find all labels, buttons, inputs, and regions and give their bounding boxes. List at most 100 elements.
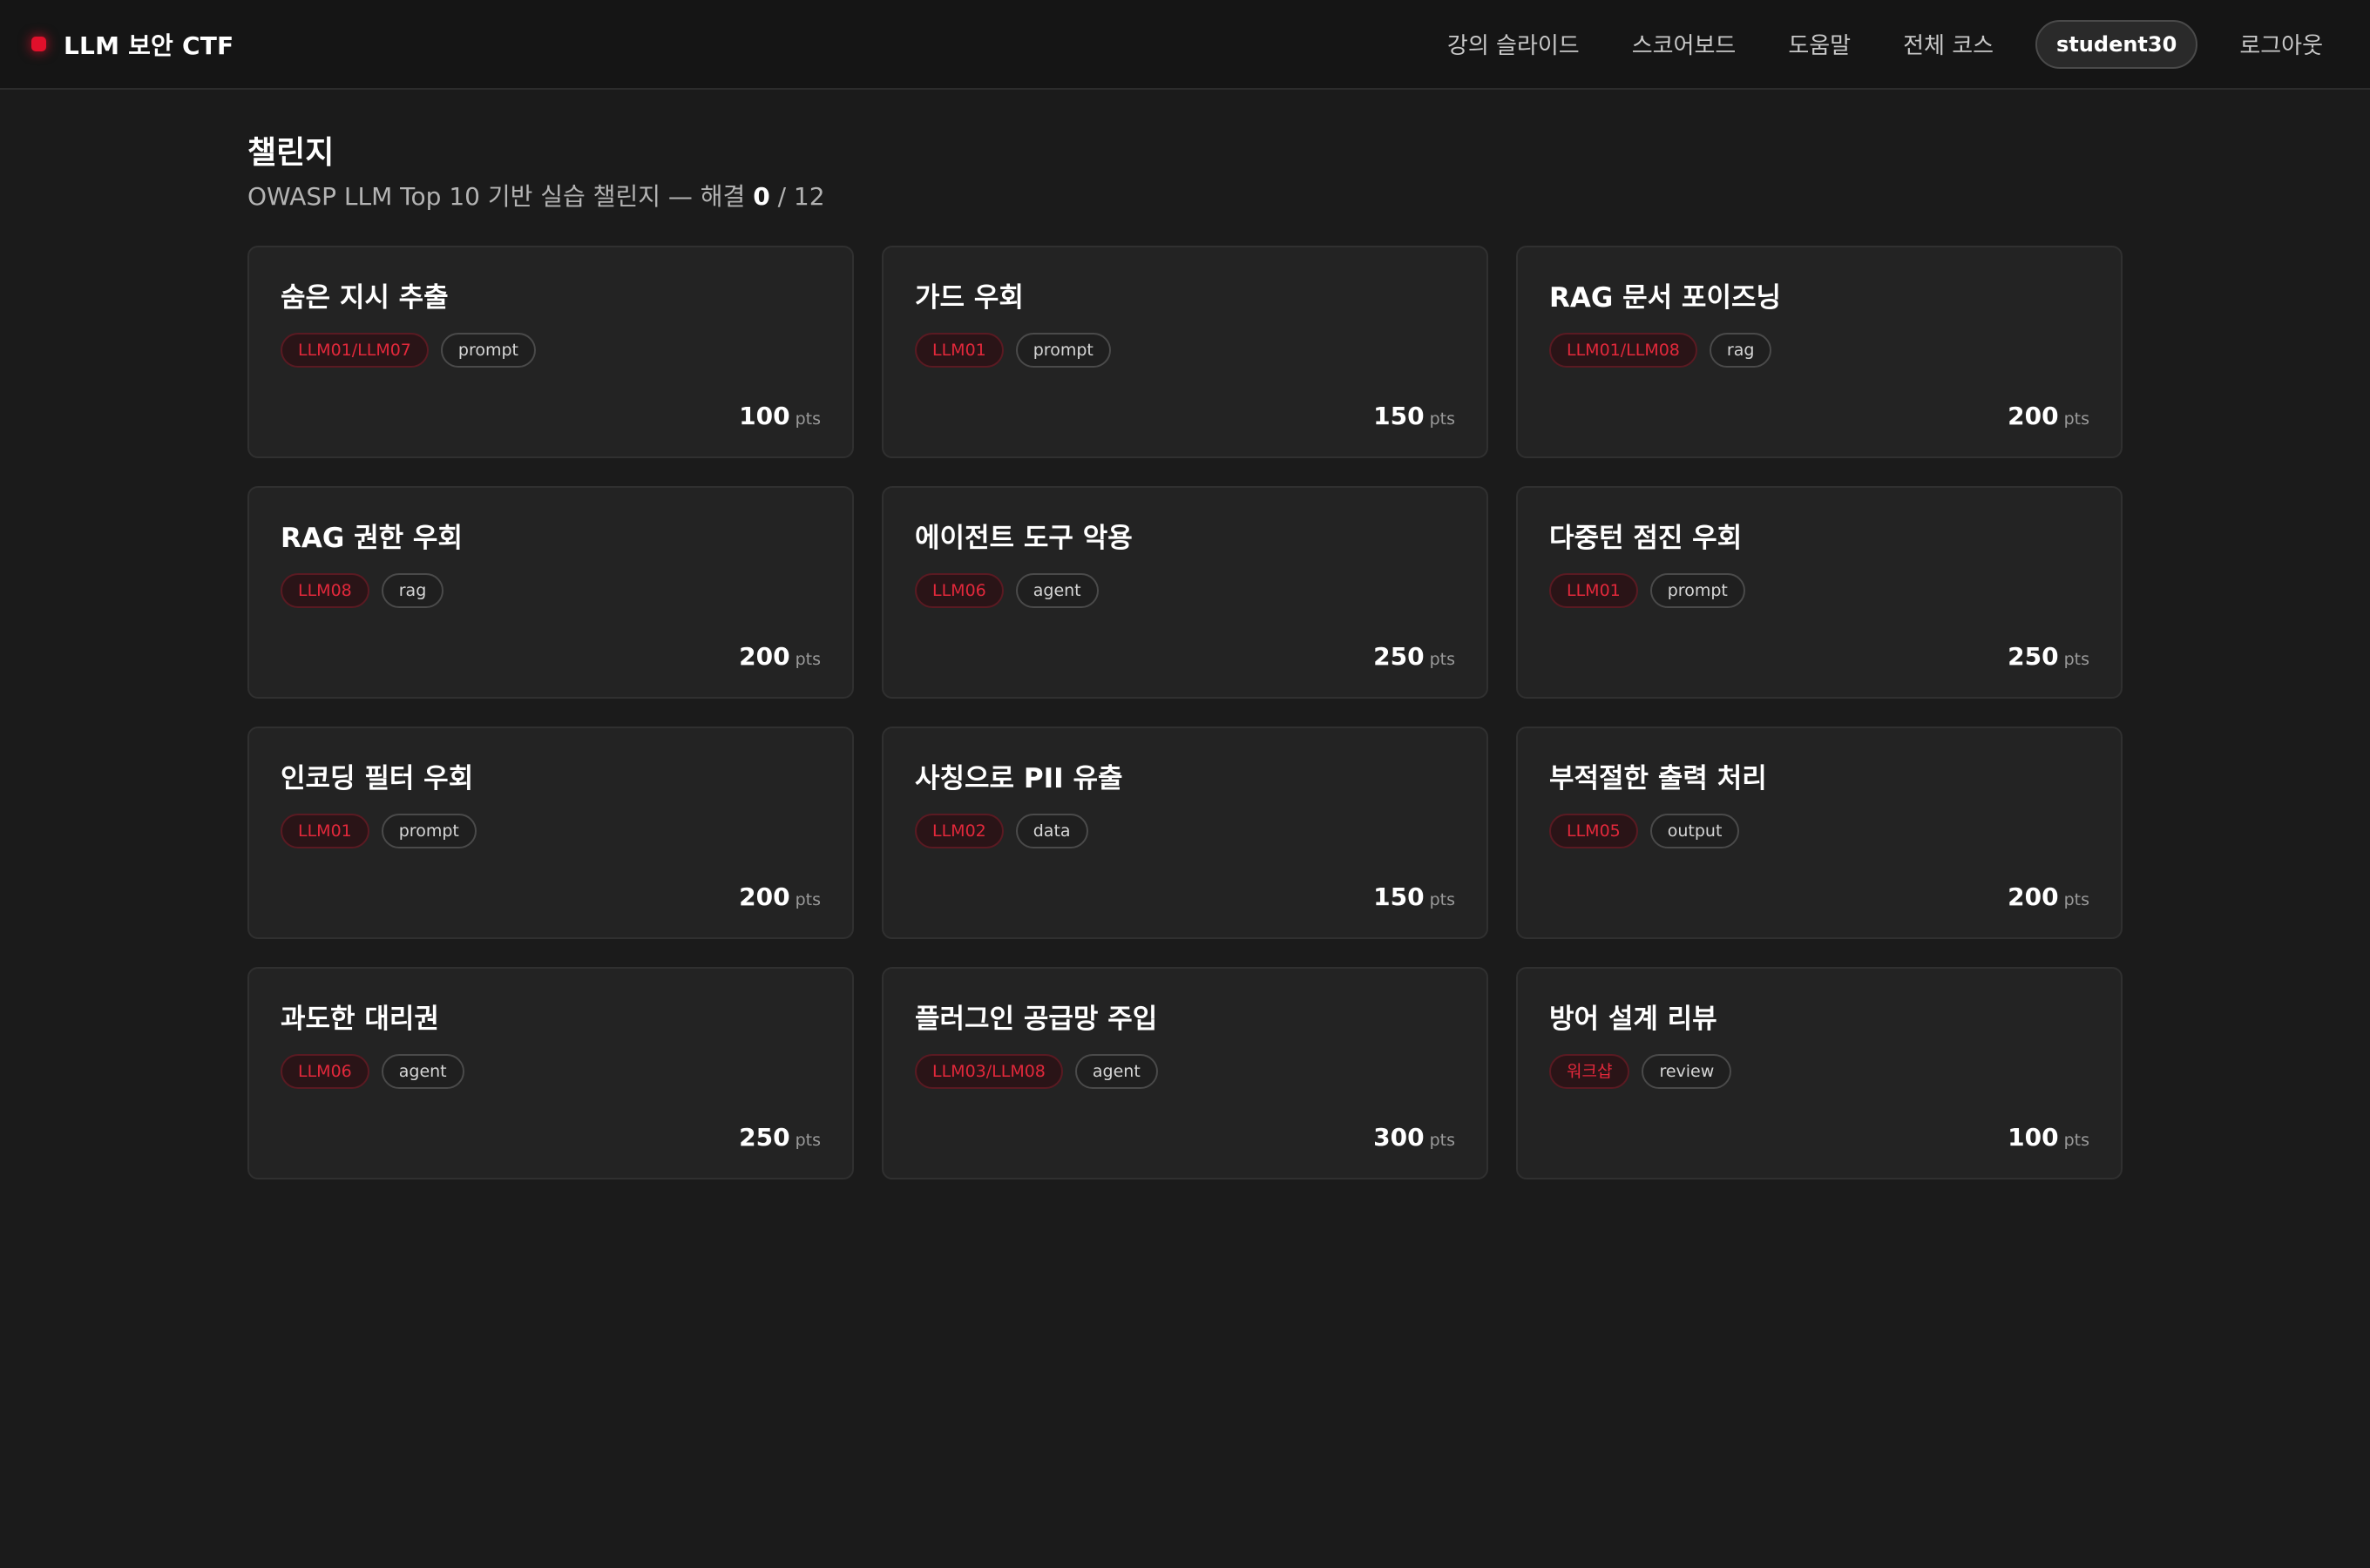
challenge-title: 숨은 지시 추출 — [281, 282, 449, 314]
owasp-tag: 워크샵 — [1549, 1054, 1630, 1089]
challenge-tags: LLM03/LLM08 agent — [915, 1054, 1455, 1089]
challenge-card[interactable]: 사칭으로 PII 유출 LLM02 data 150 pts — [882, 727, 1488, 939]
points-value: 200 — [739, 642, 790, 671]
challenge-title: RAG 문서 포이즈닝 — [1549, 282, 1782, 314]
challenge-card[interactable]: 인코딩 필터 우회 LLM01 prompt 200 pts — [247, 727, 854, 939]
owasp-tag: LLM06 — [915, 573, 1004, 608]
points-value: 250 — [739, 1123, 790, 1152]
category-tag: data — [1015, 814, 1088, 848]
brand-logo-icon — [31, 37, 46, 51]
top-navbar: LLM 보안 CTF 강의 슬라이드 스코어보드 도움말 전체 코스 stude… — [0, 0, 2370, 90]
points-value: 200 — [2008, 882, 2059, 911]
owasp-tag: LLM06 — [281, 1054, 369, 1089]
owasp-tag: LLM05 — [1549, 814, 1638, 848]
category-tag: rag — [1709, 333, 1772, 368]
category-tag: prompt — [1015, 333, 1111, 368]
category-tag: output — [1649, 814, 1740, 848]
challenge-points: 250 pts — [2008, 642, 2089, 671]
challenge-points: 200 pts — [739, 882, 821, 911]
nav-help-link[interactable]: 도움말 — [1767, 16, 1872, 72]
points-unit: pts — [2063, 1131, 2089, 1150]
points-value: 200 — [2008, 402, 2059, 430]
points-unit: pts — [795, 890, 821, 909]
challenge-title: 과도한 대리권 — [281, 1004, 439, 1035]
challenge-tags: LLM01 prompt — [1549, 573, 2089, 608]
main-nav: 강의 슬라이드 스코어보드 도움말 전체 코스 student30 로그아웃 — [1426, 16, 2344, 72]
challenge-card[interactable]: 숨은 지시 추출 LLM01/LLM07 prompt 100 pts — [247, 246, 854, 458]
challenge-card[interactable]: 다중턴 점진 우회 LLM01 prompt 250 pts — [1516, 486, 2123, 699]
category-tag: agent — [1015, 573, 1099, 608]
challenge-tags: LLM06 agent — [915, 573, 1455, 608]
challenge-title: 가드 우회 — [915, 282, 1024, 314]
points-value: 250 — [2008, 642, 2059, 671]
challenge-card[interactable]: 에이전트 도구 악용 LLM06 agent 250 pts — [882, 486, 1488, 699]
points-value: 150 — [1373, 882, 1425, 911]
challenge-card[interactable]: 가드 우회 LLM01 prompt 150 pts — [882, 246, 1488, 458]
challenge-tags: LLM01 prompt — [915, 333, 1455, 368]
points-unit: pts — [795, 650, 821, 669]
logout-link[interactable]: 로그아웃 — [2218, 16, 2344, 72]
points-unit: pts — [795, 1131, 821, 1150]
solved-count: 0 — [753, 182, 770, 211]
challenge-title: 플러그인 공급망 주입 — [915, 1004, 1158, 1035]
challenge-tags: LLM01/LLM07 prompt — [281, 333, 821, 368]
points-value: 250 — [1373, 642, 1425, 671]
brand-name: LLM 보안 CTF — [64, 30, 234, 60]
challenge-title: RAG 권한 우회 — [281, 523, 463, 554]
owasp-tag: LLM01/LLM08 — [1549, 333, 1697, 368]
points-value: 300 — [1373, 1123, 1425, 1152]
challenge-tags: LLM02 data — [915, 814, 1455, 848]
category-tag: prompt — [440, 333, 536, 368]
points-value: 150 — [1373, 402, 1425, 430]
owasp-tag: LLM02 — [915, 814, 1004, 848]
challenge-card[interactable]: 플러그인 공급망 주입 LLM03/LLM08 agent 300 pts — [882, 967, 1488, 1179]
challenge-points: 200 pts — [2008, 882, 2089, 911]
page-subtitle: OWASP LLM Top 10 기반 실습 챌린지 — 해결 0 / 12 — [247, 178, 2126, 216]
challenge-title: 인코딩 필터 우회 — [281, 763, 474, 794]
total-count: 12 — [793, 182, 825, 211]
nav-all-courses-link[interactable]: 전체 코스 — [1882, 16, 2014, 72]
category-tag: rag — [381, 573, 444, 608]
challenge-tags: LLM08 rag — [281, 573, 821, 608]
challenge-card[interactable]: RAG 권한 우회 LLM08 rag 200 pts — [247, 486, 854, 699]
nav-slides-link[interactable]: 강의 슬라이드 — [1426, 16, 1601, 72]
owasp-tag: LLM08 — [281, 573, 369, 608]
challenge-card[interactable]: 과도한 대리권 LLM06 agent 250 pts — [247, 967, 854, 1179]
challenge-tags: LLM06 agent — [281, 1054, 821, 1089]
points-value: 200 — [739, 882, 790, 911]
subtitle-separator: / — [769, 182, 794, 211]
points-unit: pts — [1429, 409, 1455, 429]
challenge-card[interactable]: 부적절한 출력 처리 LLM05 output 200 pts — [1516, 727, 2123, 939]
challenge-tags: LLM05 output — [1549, 814, 2089, 848]
challenge-title: 방어 설계 리뷰 — [1549, 1004, 1717, 1035]
challenge-points: 250 pts — [1373, 642, 1455, 671]
challenge-points: 150 pts — [1373, 882, 1455, 911]
challenge-points: 300 pts — [1373, 1123, 1455, 1152]
challenge-card[interactable]: RAG 문서 포이즈닝 LLM01/LLM08 rag 200 pts — [1516, 246, 2123, 458]
brand[interactable]: LLM 보안 CTF — [31, 27, 234, 62]
challenge-points: 200 pts — [739, 642, 821, 671]
points-unit: pts — [1429, 1131, 1455, 1150]
subtitle-text: OWASP LLM Top 10 기반 실습 챌린지 — 해결 — [247, 182, 754, 211]
points-unit: pts — [1429, 650, 1455, 669]
challenge-points: 150 pts — [1373, 402, 1455, 430]
category-tag: prompt — [1649, 573, 1745, 608]
page-title: 챌린지 — [247, 135, 335, 171]
points-unit: pts — [2063, 890, 2089, 909]
user-badge[interactable]: student30 — [2035, 19, 2198, 69]
challenge-title: 부적절한 출력 처리 — [1549, 763, 1767, 794]
challenge-title: 사칭으로 PII 유출 — [915, 763, 1123, 794]
points-unit: pts — [2063, 409, 2089, 429]
category-tag: prompt — [381, 814, 477, 848]
challenge-card[interactable]: 방어 설계 리뷰 워크샵 review 100 pts — [1516, 967, 2123, 1179]
category-tag: agent — [381, 1054, 464, 1089]
points-unit: pts — [2063, 650, 2089, 669]
challenge-tags: LLM01 prompt — [281, 814, 821, 848]
points-unit: pts — [1429, 890, 1455, 909]
challenge-points: 250 pts — [739, 1123, 821, 1152]
challenge-title: 에이전트 도구 악용 — [915, 523, 1133, 554]
challenge-points: 200 pts — [2008, 402, 2089, 430]
challenge-points: 100 pts — [739, 402, 821, 430]
nav-scoreboard-link[interactable]: 스코어보드 — [1611, 16, 1757, 72]
owasp-tag: LLM01 — [281, 814, 369, 848]
